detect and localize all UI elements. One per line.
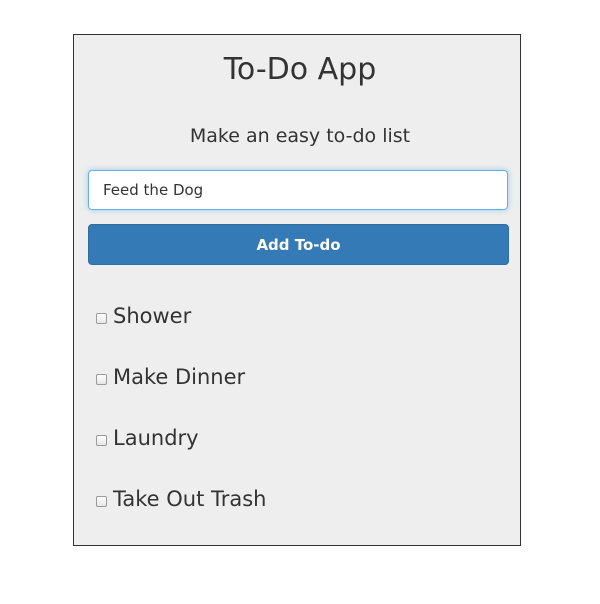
todo-label: Shower <box>113 304 192 328</box>
todo-item: Take Out Trash <box>96 484 266 514</box>
todo-item: Make Dinner <box>96 362 245 392</box>
todo-item: Laundry <box>96 423 199 453</box>
todo-checkbox[interactable] <box>96 312 107 324</box>
todo-label: Laundry <box>113 426 199 450</box>
todo-checkbox[interactable] <box>96 495 107 507</box>
todo-label: Take Out Trash <box>113 487 267 511</box>
todo-checkbox[interactable] <box>96 373 107 385</box>
app-subtitle: Make an easy to-do list <box>189 125 411 147</box>
todo-input[interactable] <box>88 170 508 210</box>
add-todo-button[interactable]: Add To-do <box>88 224 509 265</box>
todo-checkbox[interactable] <box>96 434 107 446</box>
todo-label: Make Dinner <box>113 365 246 389</box>
app-panel <box>73 34 521 546</box>
app-title: To-Do App <box>223 52 377 87</box>
todo-item: Shower <box>96 301 191 331</box>
